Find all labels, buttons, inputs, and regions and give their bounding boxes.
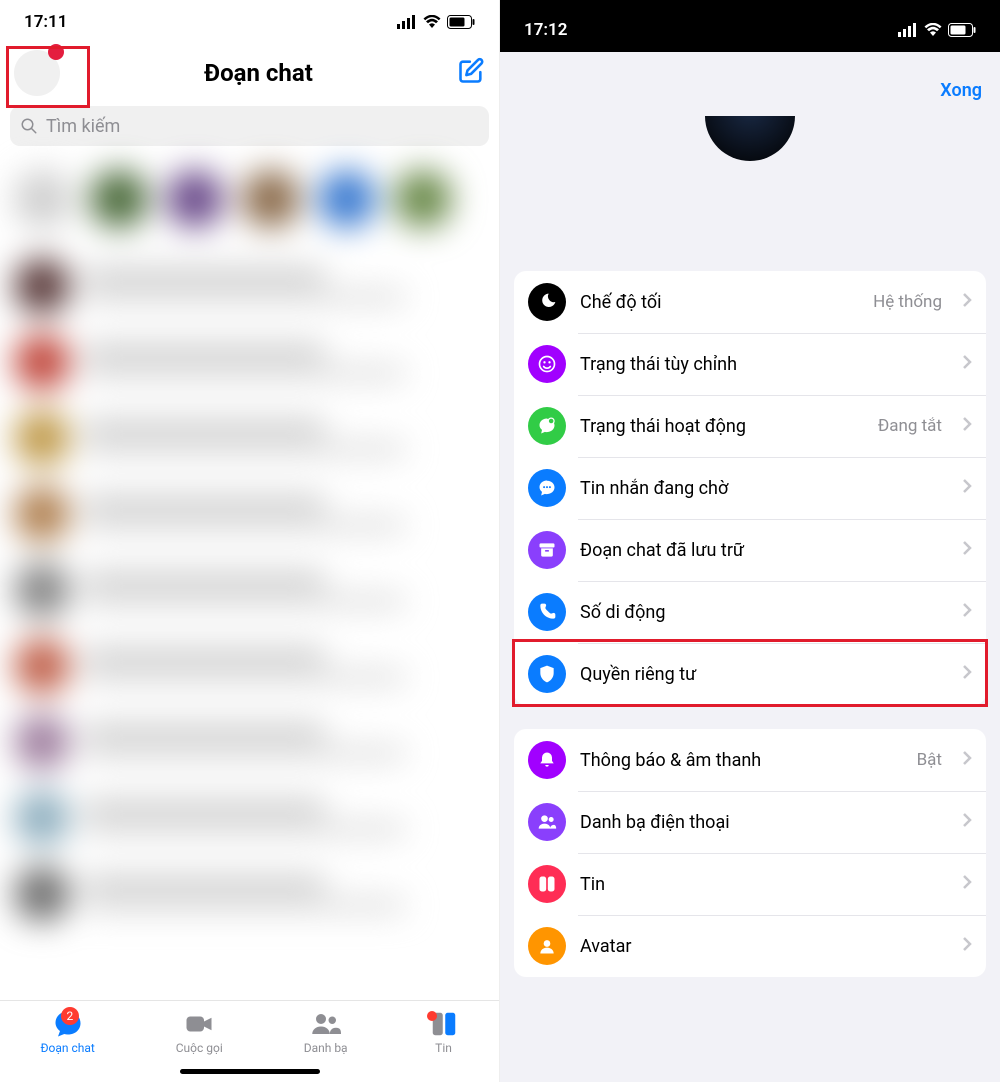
page-title: Đoạn chat (204, 59, 313, 87)
settings-group-1: Chế độ tối Hệ thống Trạng thái tùy chỉnh… (514, 271, 986, 705)
settings-row-bell[interactable]: Thông báo & âm thanh Bật (514, 729, 986, 791)
phone-icon (528, 593, 566, 631)
row-label: Trạng thái tùy chỉnh (580, 354, 948, 375)
settings-row-moon[interactable]: Chế độ tối Hệ thống (514, 271, 986, 333)
chats-screen: 17:11 Đoạn chat Tìm kiếm (0, 0, 500, 1082)
compose-button[interactable] (457, 57, 485, 89)
settings-row-avatar[interactable]: Avatar (514, 915, 986, 977)
video-icon (184, 1009, 214, 1039)
avatar-icon (528, 927, 566, 965)
people-icon (311, 1009, 341, 1039)
status-time: 17:12 (524, 20, 567, 40)
settings-row-chat[interactable]: Tin nhắn đang chờ (514, 457, 986, 519)
moon-icon (528, 283, 566, 321)
search-icon (20, 117, 38, 135)
row-value: Hệ thống (873, 292, 942, 312)
archive-icon (528, 531, 566, 569)
row-label: Danh bạ điện thoại (580, 812, 948, 833)
bubble-dot-icon (528, 407, 566, 445)
tab-label: Cuộc gọi (176, 1041, 223, 1055)
tab-chats[interactable]: 2 Đoạn chat (40, 1009, 94, 1082)
chats-header: Đoạn chat (0, 44, 499, 106)
settings-sheet: Xong Chế độ tối Hệ thống Trạng thái tùy … (500, 62, 1000, 1082)
home-indicator[interactable] (180, 1069, 320, 1074)
row-label: Avatar (580, 936, 948, 957)
row-label: Trạng thái hoạt động (580, 416, 864, 437)
battery-icon (447, 15, 475, 29)
profile-area (500, 101, 1000, 271)
chevron-right-icon (962, 602, 972, 622)
smile-icon (528, 345, 566, 383)
bell-icon (528, 741, 566, 779)
shield-icon (528, 655, 566, 693)
settings-row-phone[interactable]: Số di động (514, 581, 986, 643)
row-label: Tin nhắn đang chờ (580, 478, 948, 499)
tab-label: Danh bạ (304, 1041, 348, 1055)
settings-row-smile[interactable]: Trạng thái tùy chỉnh (514, 333, 986, 395)
signal-icon (397, 15, 417, 29)
settings-row-story[interactable]: Tin (514, 853, 986, 915)
settings-row-archive[interactable]: Đoạn chat đã lưu trữ (514, 519, 986, 581)
tab-label: Đoạn chat (40, 1041, 94, 1055)
chevron-right-icon (962, 664, 972, 684)
row-value: Đang tắt (878, 416, 942, 436)
settings-row-shield[interactable]: Quyền riêng tư (514, 643, 986, 705)
chevron-right-icon (962, 812, 972, 832)
search-input[interactable]: Tìm kiếm (10, 106, 489, 146)
chevron-right-icon (962, 478, 972, 498)
signal-icon (898, 23, 918, 37)
status-icons (397, 15, 475, 29)
row-label: Thông báo & âm thanh (580, 750, 903, 771)
settings-group-2: Thông báo & âm thanh Bật Danh bạ điện th… (514, 729, 986, 977)
search-placeholder: Tìm kiếm (46, 116, 120, 137)
row-label: Đoạn chat đã lưu trữ (580, 540, 948, 561)
tab-chats-badge: 2 (61, 1007, 79, 1025)
row-label: Số di động (580, 602, 948, 623)
wifi-icon (423, 15, 441, 29)
tab-stories-dot (427, 1011, 437, 1021)
row-label: Tin (580, 874, 948, 895)
status-icons (898, 23, 976, 37)
row-label: Chế độ tối (580, 292, 859, 313)
story-icon (528, 865, 566, 903)
chevron-right-icon (962, 936, 972, 956)
battery-icon (948, 23, 976, 37)
settings-row-people[interactable]: Danh bạ điện thoại (514, 791, 986, 853)
chevron-right-icon (962, 354, 972, 374)
tab-stories[interactable]: Tin (429, 1009, 459, 1082)
status-bar: 17:11 (0, 0, 499, 44)
row-label: Quyền riêng tư (580, 664, 948, 685)
chevron-right-icon (962, 540, 972, 560)
people-icon (528, 803, 566, 841)
settings-row-bubble-dot[interactable]: Trạng thái hoạt động Đang tắt (514, 395, 986, 457)
profile-avatar-button[interactable] (14, 50, 60, 96)
tab-label: Tin (435, 1041, 452, 1055)
chevron-right-icon (962, 416, 972, 436)
status-bar: 17:12 (500, 0, 1000, 52)
compose-icon (457, 57, 485, 85)
row-value: Bật (917, 750, 942, 770)
done-button[interactable]: Xong (940, 80, 982, 101)
settings-screen: 17:12 Xong Chế độ tối Hệ thống Trạng thá… (500, 0, 1000, 1082)
chevron-right-icon (962, 874, 972, 894)
wifi-icon (924, 23, 942, 37)
blurred-chat-list (8, 160, 491, 980)
status-time: 17:11 (24, 12, 67, 32)
chat-icon (528, 469, 566, 507)
chevron-right-icon (962, 292, 972, 312)
chevron-right-icon (962, 750, 972, 770)
sheet-header: Xong (500, 62, 1000, 101)
